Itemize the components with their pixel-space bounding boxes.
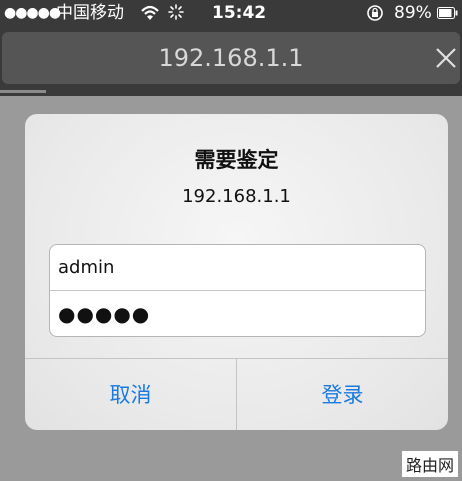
address-bar[interactable]: 192.168.1.1 [2,32,460,84]
carrier-name: 中国移动 [56,3,124,23]
clock: 15:42 [212,3,267,23]
screen: ●●●●● 中国移动 15:42 89% 192.168.1.1 需要鉴定 19… [0,0,462,481]
authentication-dialog: 需要鉴定 192.168.1.1 取消 登录 [25,114,448,430]
address-text[interactable]: 192.168.1.1 [2,32,460,84]
status-bar: ●●●●● 中国移动 15:42 89% [0,0,462,26]
activity-spinner-icon [168,4,184,20]
credentials-fields [49,244,426,337]
watermark: 路由网 [401,451,458,477]
login-button[interactable]: 登录 [237,359,448,430]
signal-strength-icon: ●●●●● [4,5,61,21]
dialog-button-row: 取消 登录 [25,358,448,430]
password-field[interactable] [50,291,425,336]
username-field[interactable] [50,245,425,290]
battery-percent: 89% [394,3,432,23]
dialog-message: 192.168.1.1 [182,186,291,207]
rotation-lock-icon [367,5,383,21]
battery-icon [437,7,458,19]
dialog-title: 需要鉴定 [194,148,279,172]
page-load-progress [0,90,46,93]
cancel-button[interactable]: 取消 [25,359,236,430]
browser-toolbar: 192.168.1.1 [0,26,462,96]
close-icon[interactable] [434,46,458,70]
wifi-icon [141,5,159,20]
